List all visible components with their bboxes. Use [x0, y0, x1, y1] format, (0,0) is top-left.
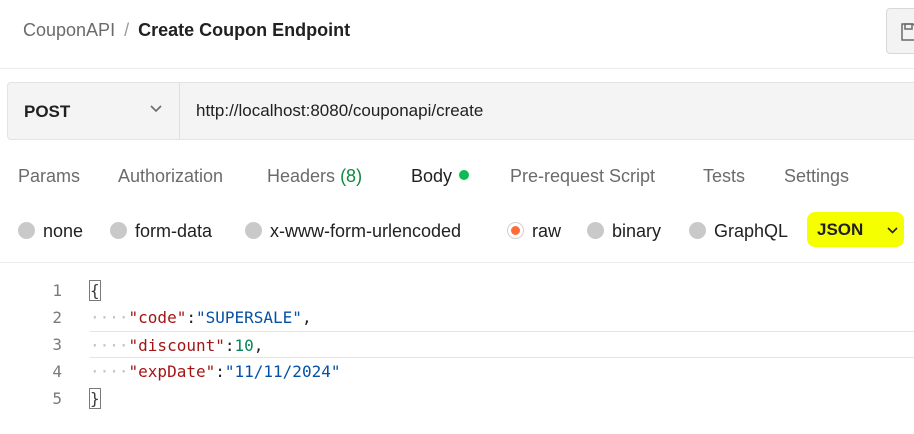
radio-circle[interactable]	[689, 222, 706, 239]
code-line-5[interactable]: }	[89, 385, 101, 412]
json-key: "code"	[128, 308, 187, 327]
radio-label: raw	[532, 221, 562, 241]
radio-label: form-data	[135, 221, 213, 241]
request-tabs: Params Authorization Headers (8) Body Pr…	[0, 166, 914, 192]
radio-label: x-www-form-urlencoded	[270, 221, 462, 241]
chevron-down-icon	[887, 227, 898, 234]
code-line-1[interactable]: {	[89, 277, 101, 304]
radio-circle[interactable]	[587, 222, 604, 239]
radio-circle[interactable]	[18, 222, 35, 239]
request-title[interactable]: Create Coupon Endpoint	[138, 20, 350, 40]
radio-circle[interactable]	[110, 222, 127, 239]
open-brace: {	[89, 280, 101, 301]
method-label: POST	[24, 102, 71, 121]
request-header: CouponAPI / Create Coupon Endpoint	[0, 0, 914, 69]
code-line-2[interactable]: ····"code":"SUPERSALE",	[90, 304, 312, 331]
breadcrumb-separator: /	[124, 20, 130, 40]
json-number-value: 10	[234, 336, 254, 355]
radio-label: GraphQL	[714, 221, 789, 241]
body-editor[interactable]: 1 2 3 4 5 { ····"code":"SUPERSALE", ····…	[0, 262, 914, 434]
json-colon: :	[215, 362, 225, 381]
json-key: "expDate"	[128, 362, 216, 381]
radio-circle[interactable]	[245, 222, 262, 239]
tab-headers-count: (8)	[340, 166, 363, 186]
json-colon: :	[224, 336, 235, 355]
save-icon	[901, 23, 914, 41]
json-comma: ,	[301, 308, 312, 327]
url-input[interactable]: http://localhost:8080/couponapi/create	[196, 101, 483, 121]
radio-circle-selected[interactable]	[507, 222, 524, 239]
line-number: 4	[52, 362, 62, 381]
method-select[interactable]: POST	[8, 83, 180, 139]
radio-label: none	[43, 221, 84, 241]
body-format-label: JSON	[817, 220, 864, 239]
code-line-4[interactable]: ····"expDate":"11/11/2024"	[90, 358, 340, 385]
indent-marker: ····	[90, 308, 129, 327]
body-type-options: none form-data x-www-form-urlencoded raw…	[0, 218, 914, 246]
json-colon: :	[186, 308, 196, 327]
tab-settings[interactable]: Settings	[784, 166, 849, 187]
line-number: 2	[52, 308, 62, 327]
line-number: 5	[52, 389, 62, 408]
chevron-down-icon	[150, 105, 162, 113]
tab-headers[interactable]: Headers (8)	[267, 166, 362, 187]
close-brace: }	[89, 388, 101, 409]
save-button[interactable]	[886, 8, 914, 54]
tab-body[interactable]: Body	[411, 166, 470, 187]
json-string-value: "11/11/2024"	[224, 362, 341, 381]
line-number: 1	[52, 281, 62, 300]
indent-marker: ····	[90, 336, 129, 355]
code-line-3[interactable]: ····"discount":10,	[90, 331, 914, 358]
tab-pre-request-script[interactable]: Pre-request Script	[510, 166, 655, 187]
json-key: "discount"	[128, 336, 225, 355]
json-string-value: "SUPERSALE"	[195, 308, 302, 327]
indent-marker: ····	[90, 362, 129, 381]
body-status-dot	[459, 170, 470, 180]
url-bar: POST http://localhost:8080/couponapi/cre…	[7, 82, 914, 140]
breadcrumb-collection[interactable]: CouponAPI	[23, 20, 115, 40]
tab-tests[interactable]: Tests	[703, 166, 745, 187]
body-format-select[interactable]: JSON	[807, 212, 904, 247]
tab-body-label: Body	[411, 166, 453, 186]
line-number: 3	[52, 335, 62, 354]
tab-headers-label: Headers	[267, 166, 336, 186]
tab-authorization[interactable]: Authorization	[118, 166, 223, 187]
radio-label: binary	[612, 221, 662, 241]
tab-params[interactable]: Params	[18, 166, 80, 187]
json-comma: ,	[253, 336, 264, 355]
breadcrumb: CouponAPI / Create Coupon Endpoint	[23, 20, 350, 41]
